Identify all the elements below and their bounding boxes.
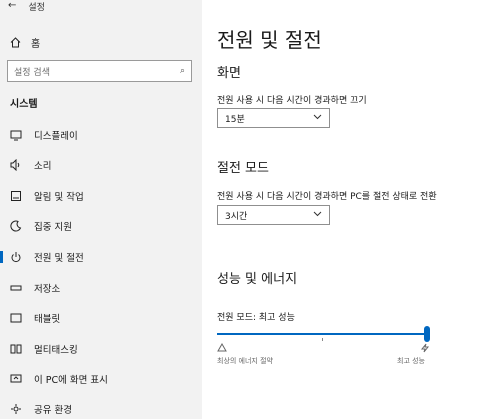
- slider-tick: [322, 338, 323, 341]
- title-bar: ← 설정: [8, 0, 45, 13]
- sidebar-item-label: 전원 및 절전: [34, 253, 84, 264]
- sidebar: ← 설정 홈 설정 검색 ⌕ 시스템 디스플레이 소리 알림 및 작업 집중 지…: [0, 0, 202, 419]
- sidebar-item-notifications[interactable]: 알림 및 작업: [0, 187, 202, 205]
- window-title: 설정: [28, 2, 45, 13]
- back-button[interactable]: ←: [8, 1, 16, 11]
- sidebar-item-focus[interactable]: 집중 지원: [0, 217, 202, 235]
- search-input[interactable]: 설정 검색 ⌕: [7, 60, 192, 82]
- sidebar-item-label: 공유 환경: [34, 405, 72, 416]
- sidebar-item-sound[interactable]: 소리: [0, 156, 202, 174]
- power-mode-slider-track[interactable]: [217, 333, 430, 335]
- section-label: 시스템: [10, 99, 38, 110]
- sidebar-item-label: 디스플레이: [34, 131, 78, 142]
- sidebar-item-project[interactable]: 이 PC에 화면 표시: [0, 370, 202, 388]
- home-icon: [10, 36, 21, 48]
- screen-timeout-dropdown[interactable]: 15분: [217, 108, 330, 128]
- search-placeholder: 설정 검색: [14, 67, 50, 78]
- sleep-heading: 절전 모드: [217, 161, 269, 176]
- project-icon: [9, 372, 23, 386]
- sidebar-item-storage[interactable]: 저장소: [0, 279, 202, 297]
- search-icon: ⌕: [179, 66, 185, 76]
- battery-saver-icon: [217, 342, 227, 354]
- dropdown-value: 15분: [225, 114, 245, 125]
- sidebar-item-label: 멀티태스킹: [34, 345, 78, 356]
- sidebar-item-label: 집중 지원: [34, 222, 72, 233]
- dropdown-value: 3시간: [225, 211, 248, 222]
- performance-icon: [420, 343, 430, 355]
- performance-heading: 성능 및 에너지: [217, 272, 298, 287]
- sidebar-item-label: 이 PC에 화면 표시: [34, 375, 108, 386]
- home-label: 홈: [31, 38, 41, 50]
- chevron-down-icon: [313, 113, 322, 123]
- screen-timeout-label: 전원 사용 시 다음 시간이 경과하면 끄기: [217, 96, 367, 106]
- slider-left-label: 최상의 에너지 절약: [217, 357, 273, 365]
- home-nav[interactable]: 홈: [10, 34, 40, 50]
- moon-icon: [9, 219, 23, 233]
- power-mode-label: 전원 모드: 최고 성능: [217, 313, 295, 323]
- tablet-icon: [9, 311, 23, 325]
- sidebar-item-share[interactable]: 공유 환경: [0, 400, 202, 418]
- notification-icon: [9, 189, 23, 203]
- multitasking-icon: [9, 342, 23, 356]
- page-title: 전원 및 절전: [217, 28, 322, 52]
- speaker-icon: [9, 158, 23, 172]
- storage-icon: [9, 281, 23, 295]
- sidebar-item-label: 알림 및 작업: [34, 192, 84, 203]
- sidebar-item-tablet[interactable]: 태블릿: [0, 309, 202, 327]
- power-mode-slider-thumb[interactable]: [424, 326, 430, 342]
- sidebar-item-label: 저장소: [34, 284, 61, 295]
- monitor-icon: [9, 128, 23, 142]
- sleep-timeout-label: 전원 사용 시 다음 시간이 경과하면 PC를 절전 상태로 전환: [217, 192, 437, 202]
- chevron-down-icon: [313, 210, 322, 220]
- share-icon: [9, 402, 23, 416]
- slider-right-label: 최고 성능: [397, 357, 425, 365]
- power-icon: [9, 250, 23, 264]
- sleep-timeout-dropdown[interactable]: 3시간: [217, 205, 330, 225]
- sidebar-item-label: 소리: [34, 161, 52, 172]
- sidebar-item-display[interactable]: 디스플레이: [0, 126, 202, 144]
- sidebar-item-label: 태블릿: [34, 314, 61, 325]
- sidebar-item-multitasking[interactable]: 멀티태스킹: [0, 340, 202, 358]
- sidebar-item-power[interactable]: 전원 및 절전: [0, 248, 202, 266]
- screen-heading: 화면: [217, 66, 241, 81]
